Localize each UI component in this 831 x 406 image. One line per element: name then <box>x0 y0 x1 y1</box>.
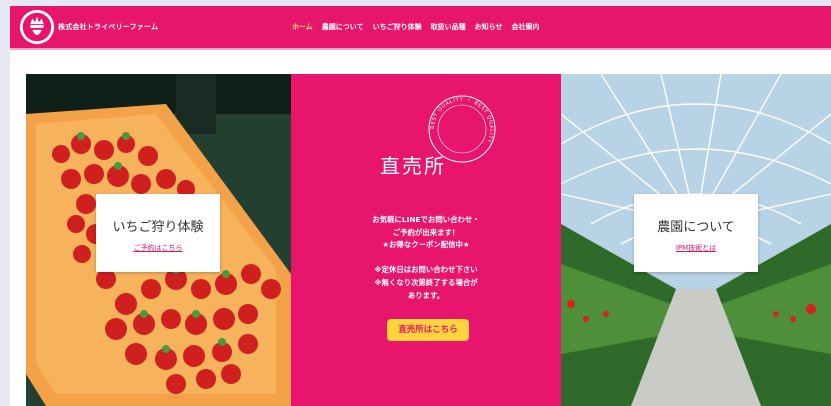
main-nav: ホーム 農園について いちご狩り体験 取扱い品種 お知らせ 会社案内 <box>292 22 539 32</box>
info-line: お気軽にLINEでお問い合わせ・ <box>372 215 480 224</box>
ipm-link[interactable]: IPM技術とは <box>676 243 716 253</box>
direct-sales-info: お気軽にLINEでお問い合わせ・ ご予約が出来ます！ ★お得なクーポン配信中★ … <box>291 214 561 302</box>
about-farm-title: 農園について <box>657 220 735 235</box>
company-name[interactable]: 株式会社トライベリーファーム <box>58 22 158 32</box>
info-line: ★お得なクーポン配信中★ <box>382 240 470 250</box>
nav-company[interactable]: 会社案内 <box>511 22 539 32</box>
strawberry-picking-card: いちご狩り体験 ご予約はこちら <box>96 194 220 272</box>
direct-sales-button[interactable]: 直売所はこちら <box>387 319 469 341</box>
reservation-link[interactable]: ご予約はこちら <box>134 243 183 253</box>
feature-panels: いちご狩り体験 ご予約はこちら BEST QUALITY ・ BEST QUAL… <box>26 74 831 406</box>
nav-strawberry-picking[interactable]: いちご狩り体験 <box>373 22 422 32</box>
nav-varieties[interactable]: 取扱い品種 <box>431 22 466 32</box>
nav-about-farm[interactable]: 農園について <box>322 22 364 32</box>
direct-sales-title: 直売所 <box>380 154 446 178</box>
strawberry-picking-title: いちご狩り体験 <box>112 220 204 235</box>
panel-direct-sales: BEST QUALITY ・ BEST QUALITY 直売所 お気軽にLINE… <box>291 74 561 406</box>
farm-logo[interactable] <box>18 8 56 46</box>
nav-news[interactable]: お知らせ <box>475 22 503 32</box>
site-header: 株式会社トライベリーファーム ホーム 農園について いちご狩り体験 取扱い品種 … <box>10 6 831 50</box>
about-farm-card: 農園について IPM技術とは <box>634 194 758 272</box>
info-line: ご予約が出来ます！ <box>392 227 460 237</box>
page: 株式会社トライベリーファーム ホーム 農園について いちご狩り体験 取扱い品種 … <box>10 6 831 406</box>
panel-strawberry-picking[interactable]: いちご狩り体験 ご予約はこちら <box>26 74 291 406</box>
panel-about-farm[interactable]: 農園について IPM技術とは <box>561 74 831 406</box>
info-line: あります。 <box>407 290 445 300</box>
nav-home[interactable]: ホーム <box>292 22 313 32</box>
info-line: ※定休日はお問い合わせ下さい <box>374 265 478 275</box>
info-line: ※無くなり次第終了する場合が <box>374 277 478 287</box>
